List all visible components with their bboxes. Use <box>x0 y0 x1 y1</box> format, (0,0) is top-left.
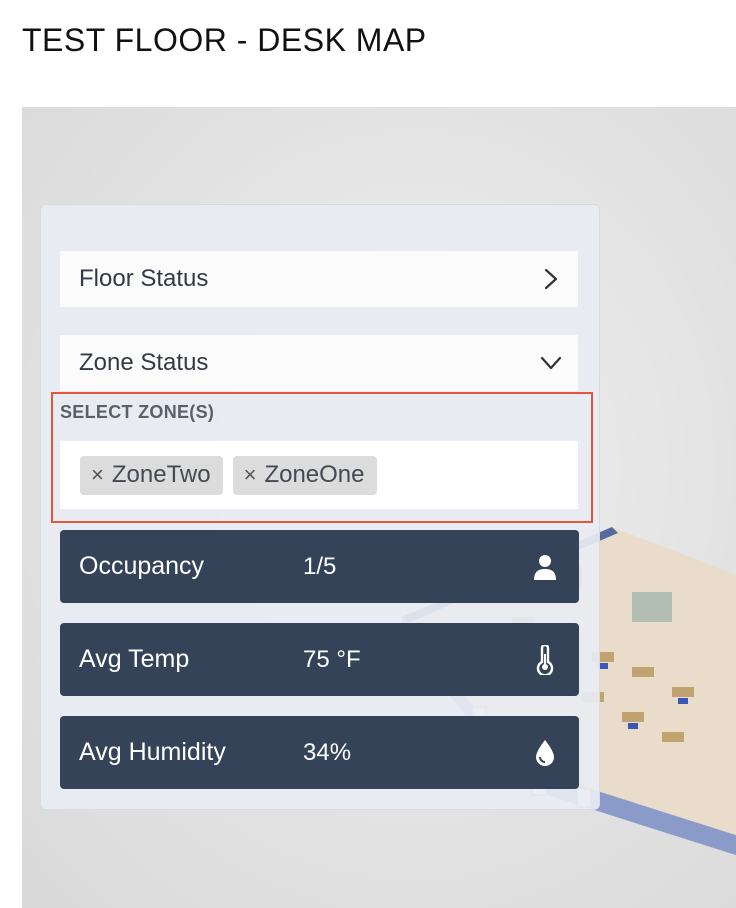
stat-name: Occupancy <box>79 552 205 580</box>
avg-humidity-card: Avg Humidity 34% <box>60 716 579 789</box>
page-title: TEST FLOOR - DESK MAP <box>22 22 427 58</box>
chevron-down-icon <box>540 352 562 374</box>
select-zones-label: SELECT ZONE(S) <box>60 402 215 422</box>
stat-name: Avg Humidity <box>79 738 226 766</box>
zone-chip-label: ZoneOne <box>264 461 365 488</box>
stat-name: Avg Temp <box>79 645 190 673</box>
zone-status-accordion[interactable]: Zone Status <box>60 335 578 391</box>
zone-chip: × ZoneTwo <box>80 455 223 495</box>
person-icon <box>531 551 559 583</box>
chevron-right-icon <box>540 268 562 290</box>
remove-zone-icon[interactable]: × <box>91 462 104 488</box>
water-drop-icon <box>531 737 559 769</box>
zone-chip: × ZoneOne <box>232 455 377 495</box>
zone-chip-label: ZoneTwo <box>111 461 211 488</box>
stat-value: 1/5 <box>303 552 337 580</box>
avg-temp-card: Avg Temp 75 °F <box>60 623 579 696</box>
floor-status-accordion[interactable]: Floor Status <box>60 251 578 307</box>
thermometer-icon <box>531 644 559 676</box>
floor-status-label: Floor Status <box>79 265 209 292</box>
stat-value: 75 °F <box>303 645 361 673</box>
remove-zone-icon[interactable]: × <box>244 462 257 488</box>
zone-status-label: Zone Status <box>79 349 209 376</box>
stat-value: 34% <box>303 738 352 766</box>
occupancy-card: Occupancy 1/5 <box>60 530 579 603</box>
zone-multiselect[interactable]: × ZoneTwo × ZoneOne <box>60 441 578 509</box>
